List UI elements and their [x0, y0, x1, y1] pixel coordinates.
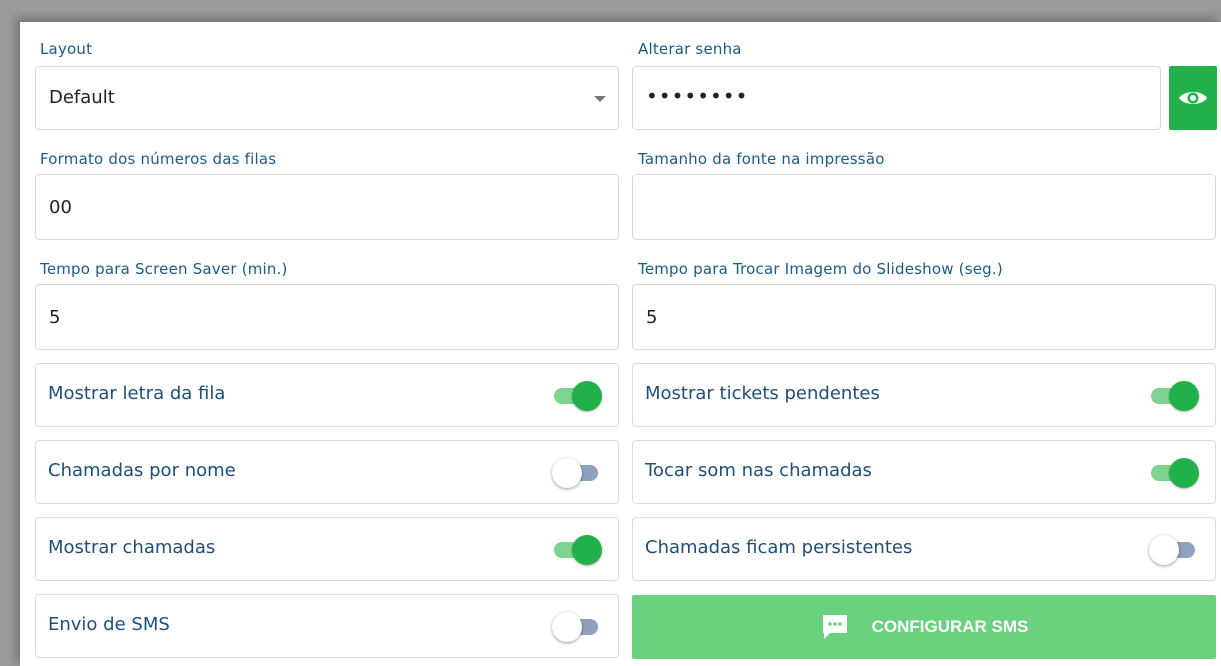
slideshow-field[interactable]: 5	[632, 284, 1216, 350]
slideshow-label: Tempo para Trocar Imagem do Slideshow (s…	[638, 260, 1003, 278]
show-password-button[interactable]	[1169, 66, 1217, 130]
password-value: ••••••••	[646, 84, 749, 108]
settings-panel: Layout Default Alterar senha •••••••• Fo…	[20, 22, 1221, 666]
toggle-label: Envio de SMS	[48, 614, 170, 635]
layout-label: Layout	[40, 40, 93, 58]
toggle-card-show-calls: Mostrar chamadas	[35, 517, 619, 581]
toggle-label: Tocar som nas chamadas	[645, 460, 872, 481]
layout-select[interactable]: Default	[35, 66, 619, 130]
screensaver-value: 5	[49, 307, 61, 328]
toggle-label: Chamadas por nome	[48, 460, 236, 481]
configure-sms-label: CONFIGURAR SMS	[871, 617, 1029, 636]
configure-sms-button[interactable]: CONFIGURAR SMS	[632, 595, 1216, 659]
toggle-card-calls-by-name: Chamadas por nome	[35, 440, 619, 504]
toggle-card-play-sound: Tocar som nas chamadas	[632, 440, 1216, 504]
toggle-label: Mostrar chamadas	[48, 537, 216, 558]
toggle-card-sms: Envio de SMS	[35, 594, 619, 658]
toggle-switch[interactable]	[552, 611, 602, 642]
layout-select-value: Default	[49, 87, 115, 108]
font-size-field[interactable]	[632, 174, 1216, 240]
queue-format-field[interactable]: 00	[35, 174, 619, 240]
toggle-card-persistent-calls: Chamadas ficam persistentes	[632, 517, 1216, 581]
chat-bubble-icon	[822, 615, 847, 639]
toggle-switch[interactable]	[552, 457, 602, 488]
toggle-switch[interactable]	[552, 534, 602, 565]
password-field[interactable]: ••••••••	[632, 66, 1161, 130]
password-label: Alterar senha	[638, 40, 742, 58]
slideshow-value: 5	[646, 307, 658, 328]
toggle-switch[interactable]	[1149, 534, 1199, 565]
chevron-down-icon	[594, 96, 606, 102]
toggle-switch[interactable]	[1149, 380, 1199, 411]
toggle-card-show-pending-tickets: Mostrar tickets pendentes	[632, 363, 1216, 427]
toggle-switch[interactable]	[552, 380, 602, 411]
font-size-label: Tamanho da fonte na impressão	[638, 150, 885, 168]
toggle-card-show-queue-letter: Mostrar letra da fila	[35, 363, 619, 427]
toggle-label: Mostrar letra da fila	[48, 383, 226, 404]
queue-format-label: Formato dos números das filas	[40, 150, 277, 168]
screensaver-field[interactable]: 5	[35, 284, 619, 350]
queue-format-value: 00	[49, 197, 72, 218]
screensaver-label: Tempo para Screen Saver (min.)	[40, 260, 288, 278]
toggle-label: Mostrar tickets pendentes	[645, 383, 880, 404]
eye-icon	[1179, 92, 1207, 104]
toggle-label: Chamadas ficam persistentes	[645, 537, 913, 558]
toggle-switch[interactable]	[1149, 457, 1199, 488]
